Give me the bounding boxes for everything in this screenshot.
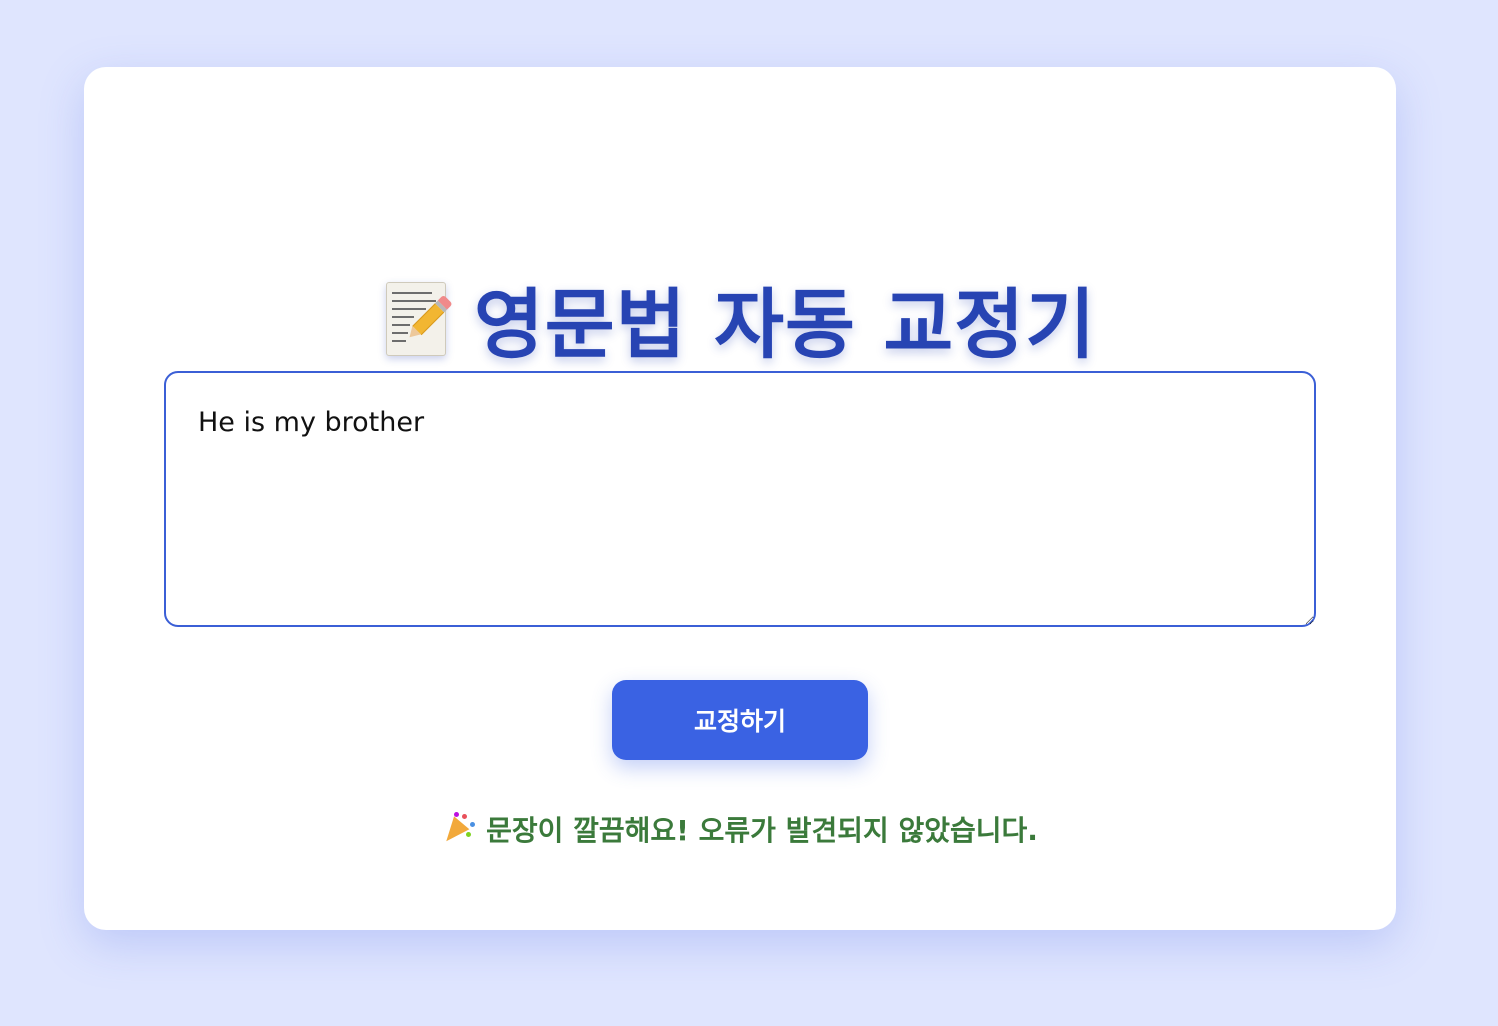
memo-pencil-icon (384, 278, 453, 358)
page-title: 영문법 자동 교정기 (84, 263, 1396, 373)
sentence-input[interactable]: He is my brother (164, 371, 1316, 627)
correct-button[interactable]: 교정하기 (612, 680, 868, 760)
result-message-text: 문장이 깔끔해요! 오류가 발견되지 않았습니다. (486, 814, 1038, 847)
main-card: 영문법 자동 교정기 He is my brother 교정하기 문장이 깔끔해… (84, 67, 1396, 930)
result-message: 문장이 깔끔해요! 오류가 발견되지 않았습니다. (84, 807, 1396, 851)
page-title-text: 영문법 자동 교정기 (473, 280, 1097, 369)
sentence-input-container: He is my brother (164, 371, 1316, 627)
party-popper-icon (438, 812, 476, 848)
